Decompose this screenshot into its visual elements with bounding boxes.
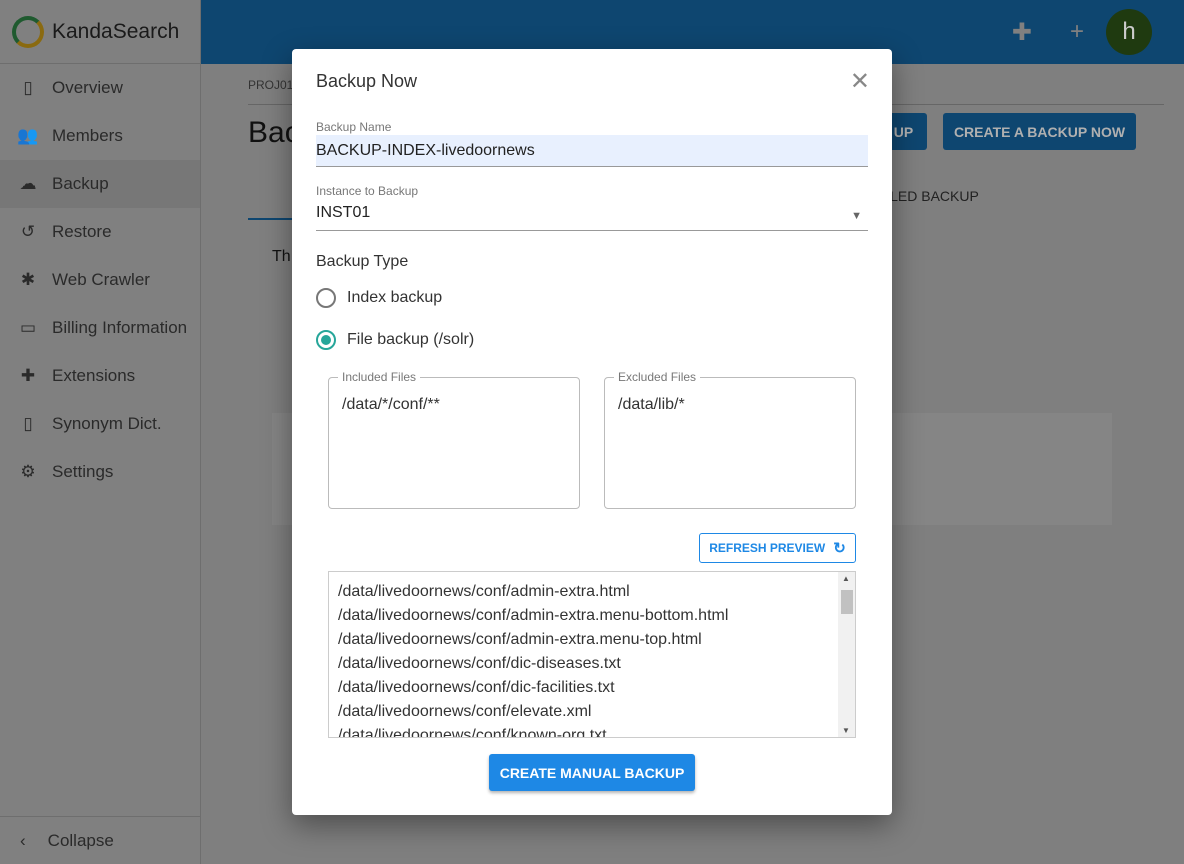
included-files-textarea[interactable]: Included Files/data/*/conf/**	[328, 370, 580, 509]
sidebar-item-label: Overview	[52, 78, 123, 97]
instance-select[interactable]: INST01 ▼	[316, 200, 868, 231]
history-icon: ↺	[20, 222, 36, 241]
sidebar-item-billing-information[interactable]: ▭ Billing Information	[0, 304, 200, 352]
bug-icon: ✱	[20, 270, 36, 289]
logo-icon	[12, 15, 44, 48]
sidebar-item-label: Backup	[52, 174, 109, 193]
file-list-item: /data/livedoornews/conf/dic-diseases.txt	[338, 655, 621, 672]
sidebar-item-label: Web Crawler	[52, 270, 150, 289]
backup-type-label: Backup Type	[316, 253, 409, 270]
file-list-item: /data/livedoornews/conf/known-org.txt	[338, 727, 607, 738]
puzzle-icon[interactable]: ✚	[1012, 18, 1032, 47]
refresh-preview-button[interactable]: REFRESH PREVIEW ↻	[699, 533, 856, 563]
radio-checked-icon	[316, 330, 336, 350]
dialog-title: Backup Now	[316, 71, 418, 91]
scrollbar-thumb[interactable]	[841, 590, 853, 614]
radio-file-backup[interactable]: File backup (/solr)	[316, 330, 474, 350]
sidebar-item-synonym-dict[interactable]: ▯ Synonym Dict.	[0, 400, 200, 448]
close-icon[interactable]: ✕	[850, 67, 870, 96]
create-backup-now-button[interactable]: CREATE A BACKUP NOW	[943, 113, 1136, 150]
file-list-item: /data/livedoornews/conf/admin-extra.menu…	[338, 607, 729, 624]
refresh-label: REFRESH PREVIEW	[709, 541, 826, 555]
logo[interactable]: KandaSearch	[0, 0, 200, 64]
included-files-value: /data/*/conf/**	[342, 396, 440, 413]
file-list-item: /data/livedoornews/conf/dic-facilities.t…	[338, 679, 615, 696]
app-name: KandaSearch	[52, 19, 180, 43]
file-list-item: /data/livedoornews/conf/admin-extra.html	[338, 583, 630, 600]
dropdown-arrow-icon: ▼	[851, 210, 862, 222]
backup-name-input[interactable]	[316, 135, 868, 167]
sidebar-item-label: Restore	[52, 222, 112, 241]
sidebar-item-label: Settings	[52, 462, 114, 481]
file-preview-list[interactable]: /data/livedoornews/conf/admin-extra.html…	[328, 571, 856, 738]
gear-icon: ⚙	[20, 462, 36, 481]
radio-label: Index backup	[347, 289, 443, 306]
scrollbar[interactable]: ▲ ▼	[838, 572, 855, 737]
scroll-up-icon[interactable]: ▲	[842, 574, 850, 583]
puzzle-icon: ✚	[20, 366, 36, 385]
backup-name-label: Backup Name	[316, 120, 392, 134]
radio-icon	[316, 288, 336, 308]
file-list-item: /data/livedoornews/conf/admin-extra.menu…	[338, 631, 702, 648]
backup-now-dialog: Backup Now ✕ Backup Name Instance to Bac…	[292, 49, 892, 815]
included-files-label: Included Files	[338, 370, 421, 384]
radio-index-backup[interactable]: Index backup	[316, 288, 442, 308]
book-icon: ▯	[23, 414, 33, 433]
sidebar-item-overview[interactable]: ▯ Overview	[0, 64, 200, 112]
excluded-files-label: Excluded Files	[614, 370, 701, 384]
book-icon: ▯	[23, 78, 33, 97]
sidebar-item-label: Members	[52, 126, 123, 145]
scroll-down-icon[interactable]: ▼	[842, 726, 850, 735]
sidebar-item-label: Synonym Dict.	[52, 414, 162, 433]
file-list-item: /data/livedoornews/conf/elevate.xml	[338, 703, 592, 720]
tab-indicator	[248, 218, 298, 220]
plus-icon[interactable]: +	[1070, 18, 1084, 46]
sidebar: KandaSearch ▯ Overview 👥 Members ☁ Backup ↺ Res…	[0, 0, 201, 864]
sidebar-item-web-crawler[interactable]: ✱ Web Crawler	[0, 256, 200, 304]
radio-label: File backup (/solr)	[347, 331, 475, 348]
sidebar-item-label: Extensions	[52, 366, 136, 385]
refresh-icon: ↻	[833, 540, 846, 557]
instance-value: INST01	[316, 204, 371, 221]
chevron-left-icon: ‹	[20, 830, 26, 850]
create-manual-backup-button[interactable]: CREATE MANUAL BACKUP	[489, 754, 695, 791]
avatar[interactable]: h	[1106, 9, 1152, 55]
sidebar-item-backup[interactable]: ☁ Backup	[0, 160, 200, 208]
people-icon: 👥	[17, 126, 39, 145]
collapse-button[interactable]: ‹ Collapse	[0, 816, 200, 864]
excluded-files-textarea[interactable]: Excluded Files/data/lib/*	[604, 370, 856, 509]
sidebar-item-label: Billing Information	[52, 318, 188, 337]
breadcrumb[interactable]: PROJ01	[248, 78, 293, 92]
excluded-files-value: /data/lib/*	[618, 396, 685, 413]
collapse-label: Collapse	[47, 830, 114, 850]
sidebar-item-members[interactable]: 👥 Members	[0, 112, 200, 160]
sidebar-item-settings[interactable]: ⚙ Settings	[0, 448, 200, 496]
page-text: Th	[272, 248, 291, 265]
sidebar-item-extensions[interactable]: ✚ Extensions	[0, 352, 200, 400]
instance-label: Instance to Backup	[316, 184, 419, 198]
tab-scheduled-backup[interactable]: ULED BACKUP	[880, 188, 979, 204]
credit-card-icon: ▭	[19, 318, 37, 337]
cloud-upload-icon: ☁	[19, 174, 37, 193]
sidebar-item-restore[interactable]: ↺ Restore	[0, 208, 200, 256]
